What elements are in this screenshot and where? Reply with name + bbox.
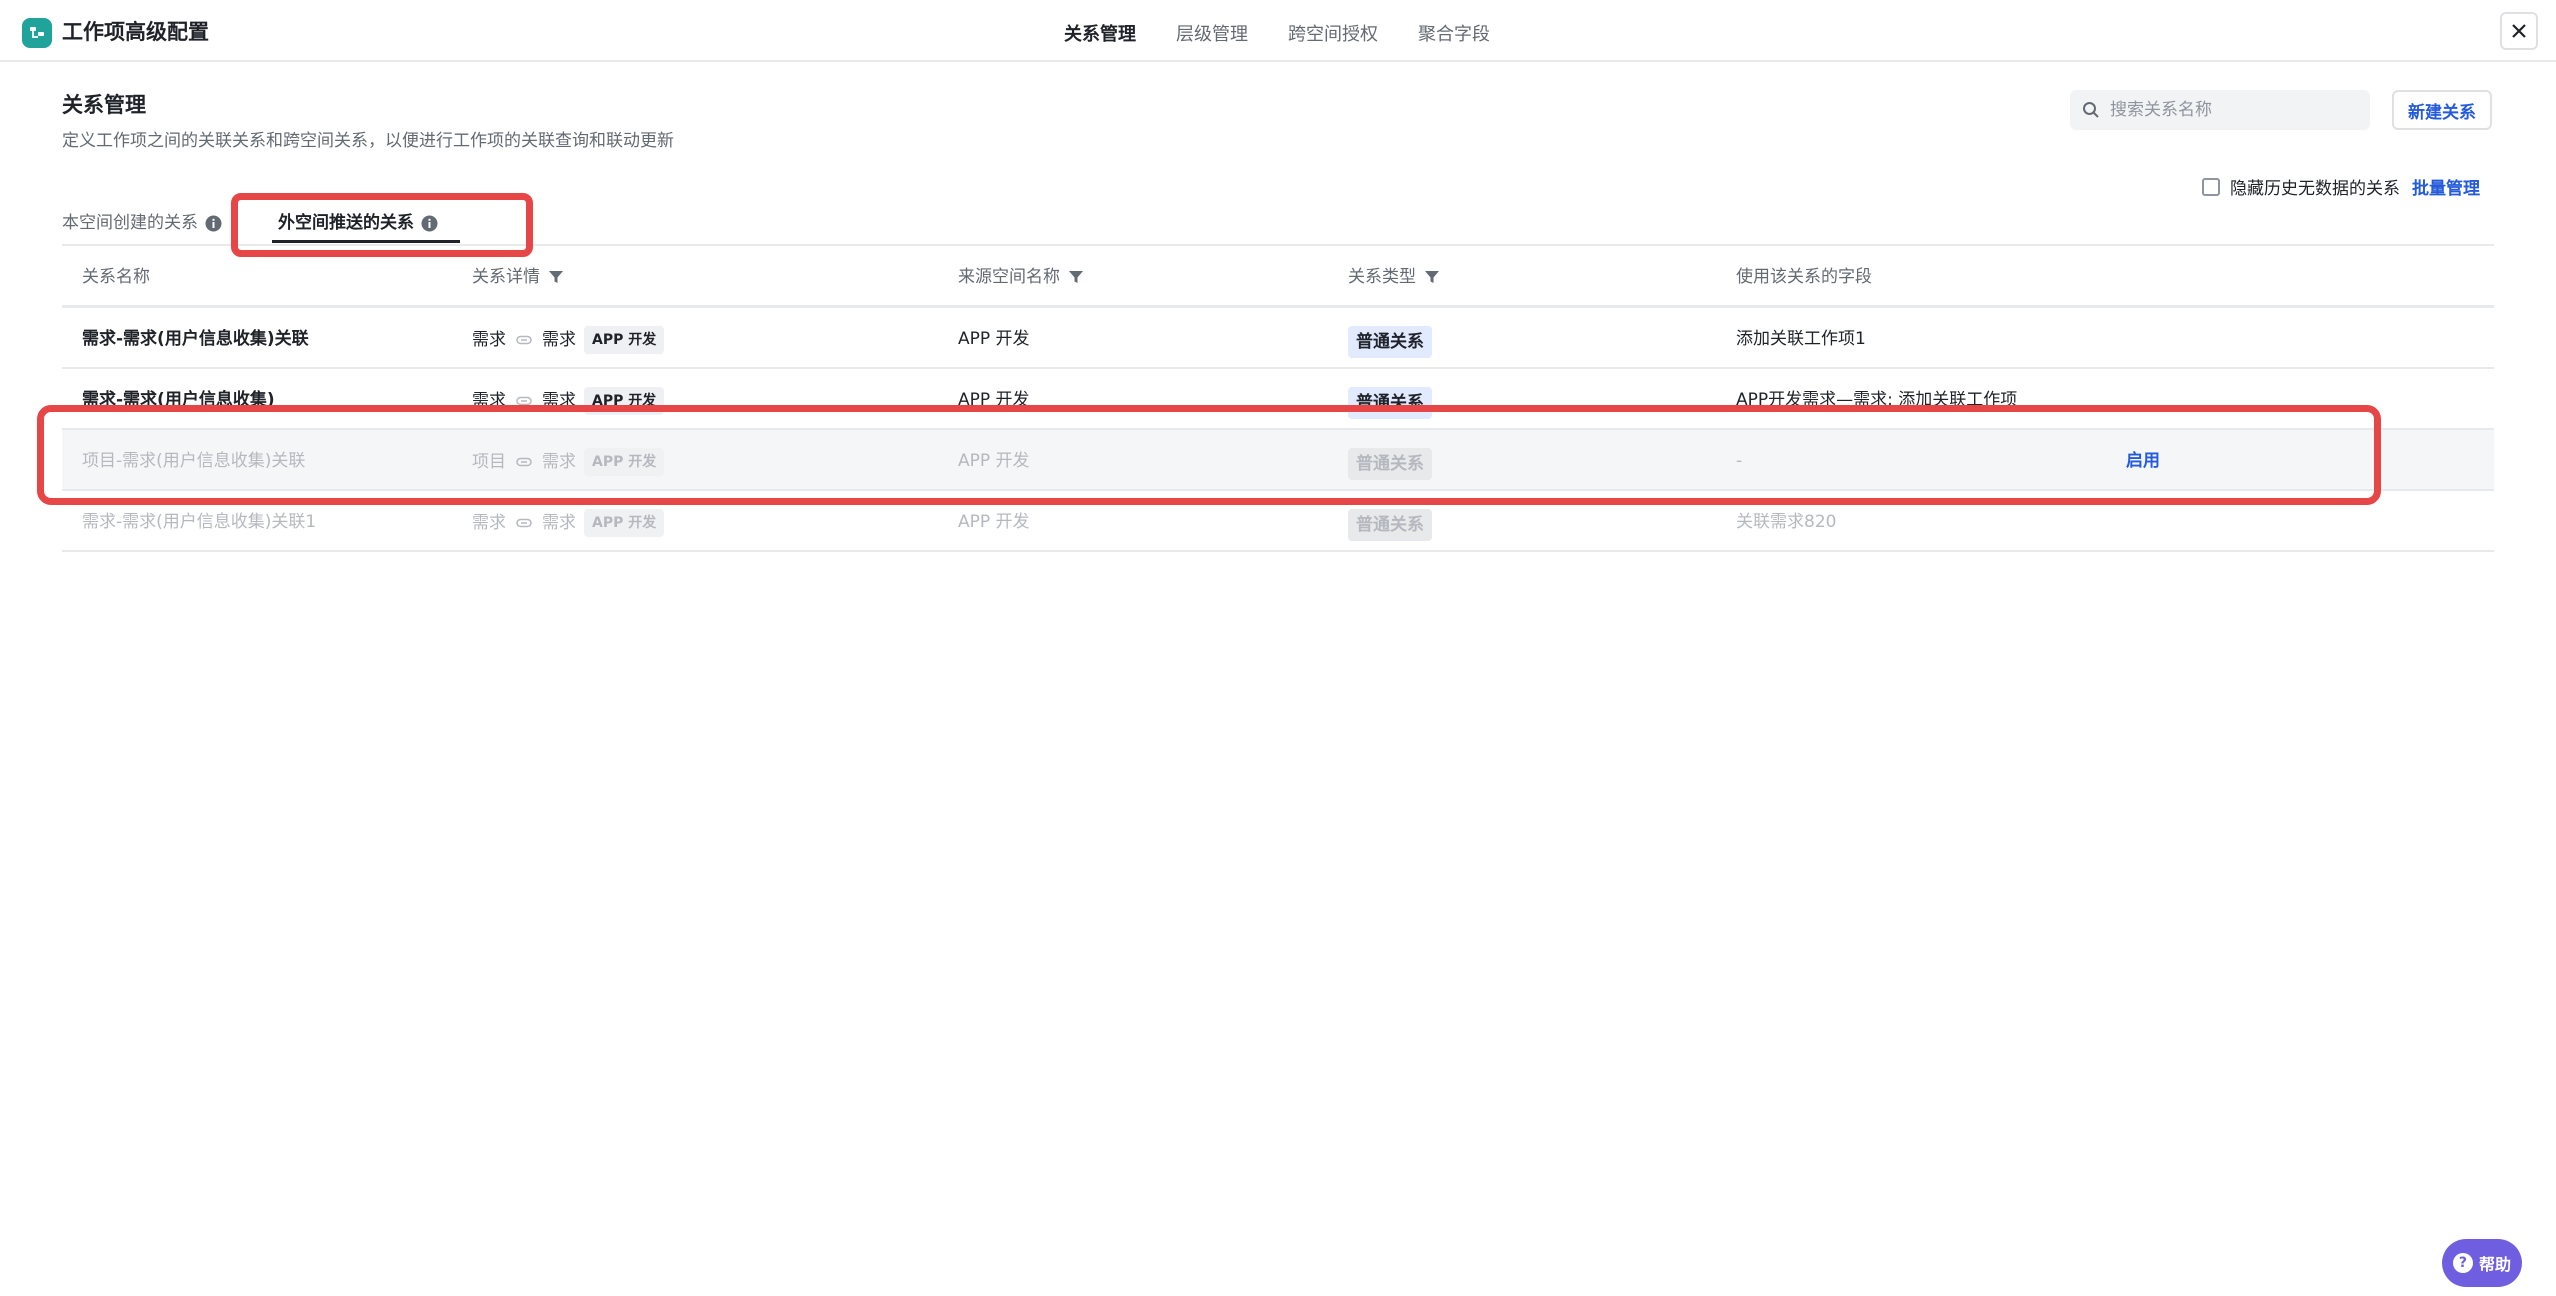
source-space: APP 开发 <box>958 329 1030 349</box>
app-logo-icon <box>22 18 52 48</box>
type-badge: 普通关系 <box>1348 326 1432 358</box>
source-space: APP 开发 <box>958 512 1030 532</box>
column-header-name: 关系名称 <box>82 267 150 287</box>
filter-icon[interactable] <box>548 269 564 285</box>
relation-type: 普通关系 <box>1348 326 1432 358</box>
relation-name: 需求-需求(用户信息收集)关联1 <box>82 512 317 532</box>
top-tab-bar: 关系管理 层级管理 跨空间授权 聚合字段 <box>1064 22 1530 48</box>
relation-detail: 需求 需求 APP 开发 <box>472 326 665 354</box>
page-title: 关系管理 <box>62 93 146 117</box>
hide-history-checkbox[interactable] <box>2202 177 2220 196</box>
space-tag: APP 开发 <box>584 326 665 354</box>
help-icon: ? <box>2452 1253 2473 1273</box>
tab-aggregate-fields[interactable]: 聚合字段 <box>1418 22 1490 48</box>
top-header: 工作项高级配置 关系管理 层级管理 跨空间授权 聚合字段 <box>0 0 2556 62</box>
column-header-detail: 关系详情 <box>472 264 564 290</box>
hide-history-label: 隐藏历史无数据的关系 <box>2230 179 2400 199</box>
relation-detail: 需求 需求 APP 开发 <box>472 509 665 537</box>
relation-name: 需求-需求(用户信息收集)关联 <box>82 329 309 349</box>
space-tag: APP 开发 <box>584 509 665 537</box>
relation-type: 普通关系 <box>1348 509 1432 541</box>
hide-history-row: 隐藏历史无数据的关系 批量管理 <box>2202 174 2480 199</box>
relation-from: 需求 <box>472 330 506 350</box>
close-icon <box>2512 24 2526 38</box>
used-fields: 添加关联工作项1 <box>1736 329 1866 349</box>
link-icon <box>516 332 532 348</box>
info-icon[interactable] <box>205 215 222 232</box>
tab-cross-space-authorization[interactable]: 跨空间授权 <box>1288 22 1378 48</box>
page-description: 定义工作项之间的关联关系和跨空间关系，以便进行工作项的关联查询和联动更新 <box>62 131 674 151</box>
used-fields: 关联需求820 <box>1736 512 1837 532</box>
tab-hierarchy-management[interactable]: 层级管理 <box>1176 22 1248 48</box>
type-badge: 普通关系 <box>1348 509 1432 541</box>
table-row[interactable]: 需求-需求(用户信息收集)关联 需求 需求 APP 开发 APP 开发 普通关系… <box>62 308 2494 369</box>
column-header-source-space: 来源空间名称 <box>958 264 1084 290</box>
column-header-type: 关系类型 <box>1348 264 1440 290</box>
column-header-fields: 使用该关系的字段 <box>1736 267 1872 287</box>
tab-relation-management[interactable]: 关系管理 <box>1064 22 1136 48</box>
search-input[interactable] <box>2108 99 2352 121</box>
table-header: 关系名称 关系详情 来源空间名称 关系类型 使用该关系的字段 <box>62 246 2494 308</box>
subtab-local-relations[interactable]: 本空间创建的关系 <box>62 210 222 236</box>
link-icon <box>516 515 532 531</box>
relations-table: 关系名称 关系详情 来源空间名称 关系类型 使用该关系的字段 需求-需求(用户信… <box>62 246 2494 552</box>
help-button[interactable]: ? 帮助 <box>2442 1239 2522 1287</box>
relation-to: 需求 <box>542 513 576 533</box>
highlight-box-row <box>37 405 2381 505</box>
filter-icon[interactable] <box>1068 269 1084 285</box>
relation-to: 需求 <box>542 330 576 350</box>
subtab-local-label: 本空间创建的关系 <box>62 213 198 233</box>
relation-from: 需求 <box>472 513 506 533</box>
window-title: 工作项高级配置 <box>62 20 209 44</box>
search-box[interactable] <box>2070 90 2370 130</box>
filter-icon[interactable] <box>1424 269 1440 285</box>
close-button[interactable] <box>2500 12 2538 50</box>
search-icon <box>2082 101 2100 119</box>
new-relation-button[interactable]: 新建关系 <box>2392 90 2492 130</box>
batch-manage-link[interactable]: 批量管理 <box>2412 174 2480 199</box>
help-label: 帮助 <box>2478 1255 2511 1274</box>
